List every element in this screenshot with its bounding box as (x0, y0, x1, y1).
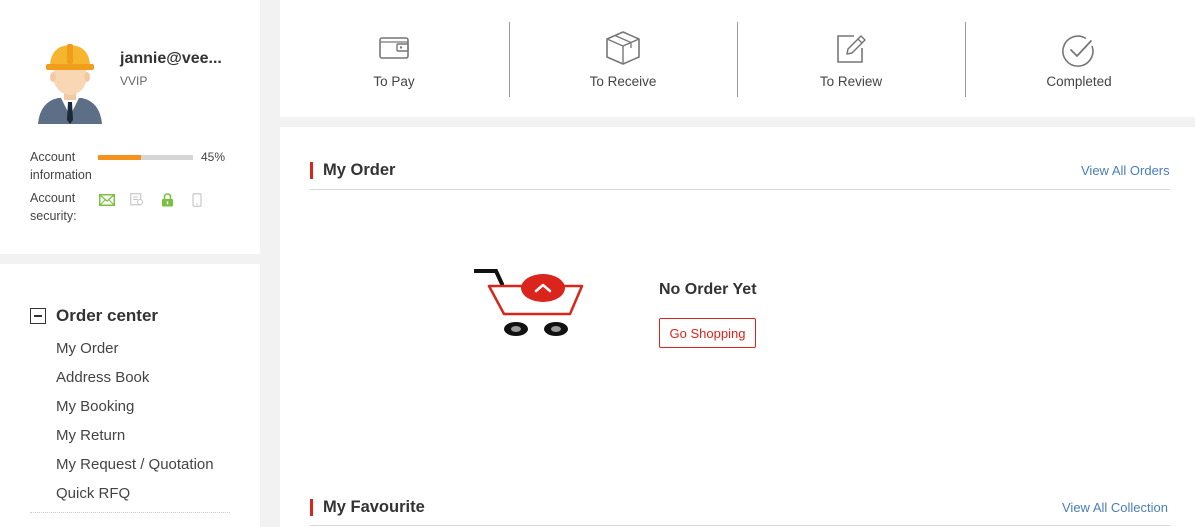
lock-icon[interactable] (158, 192, 176, 207)
sidebar-item-my-order[interactable]: My Order (56, 338, 214, 367)
member-level: VVIP (120, 74, 148, 88)
account-info-label: Account information (30, 150, 92, 182)
check-circle-icon (1062, 35, 1094, 67)
box-icon (606, 31, 640, 65)
divider (30, 512, 230, 513)
order-center-list: My Order Address Book My Booking My Retu… (56, 338, 214, 512)
status-to-pay-label: To Pay (373, 74, 415, 89)
go-shopping-button[interactable]: Go Shopping (659, 318, 756, 348)
email-icon[interactable] (98, 192, 116, 207)
account-progress-percent: 45% (201, 150, 226, 164)
order-center-title: Order center (56, 306, 159, 325)
sidebar-item-my-return[interactable]: My Return (56, 425, 214, 454)
order-center-header[interactable]: Order center (30, 306, 158, 326)
account-progress-bar (98, 155, 193, 160)
status-to-receive[interactable]: To Receive (509, 0, 737, 117)
status-to-receive-label: To Receive (589, 74, 657, 89)
security-icons (98, 192, 206, 207)
status-to-review[interactable]: To Review (737, 0, 965, 117)
account-progress-fill (98, 155, 141, 160)
edit-icon (837, 35, 866, 63)
sidebar-item-quick-rfq[interactable]: Quick RFQ (56, 483, 214, 512)
view-all-collection-link[interactable]: View All Collection (1062, 500, 1168, 515)
sidebar-item-my-request-quotation[interactable]: My Request / Quotation (56, 454, 214, 483)
wallet-icon (379, 37, 409, 59)
section-marker (310, 162, 313, 179)
profile-panel: jannie@vee... VVIP Account information 4… (0, 0, 260, 254)
my-favourite-header: My Favourite (310, 498, 425, 517)
my-order-title: My Order (323, 161, 396, 179)
my-order-header: My Order (310, 161, 395, 180)
status-to-review-label: To Review (819, 74, 883, 89)
view-all-orders-link[interactable]: View All Orders (1081, 163, 1170, 178)
account-security-label: Account security: (30, 191, 77, 223)
my-favourite-title: My Favourite (323, 498, 425, 516)
section-marker (310, 499, 313, 516)
divider (310, 525, 1170, 526)
status-completed[interactable]: Completed (965, 0, 1193, 117)
status-to-pay[interactable]: To Pay (280, 0, 508, 117)
divider (310, 189, 1170, 190)
username: jannie@vee... (120, 50, 222, 67)
order-status-bar: To Pay To Receive To Review Completed (280, 0, 1195, 117)
sidebar-item-address-book[interactable]: Address Book (56, 367, 214, 396)
shopping-cart-icon (474, 269, 584, 336)
collapse-icon[interactable] (30, 308, 46, 324)
status-completed-label: Completed (1046, 74, 1112, 89)
no-order-message: No Order Yet (659, 281, 757, 298)
sidebar-item-my-booking[interactable]: My Booking (56, 396, 214, 425)
id-card-icon[interactable] (128, 192, 146, 207)
phone-icon[interactable] (188, 192, 206, 207)
avatar-icon[interactable] (34, 40, 106, 124)
